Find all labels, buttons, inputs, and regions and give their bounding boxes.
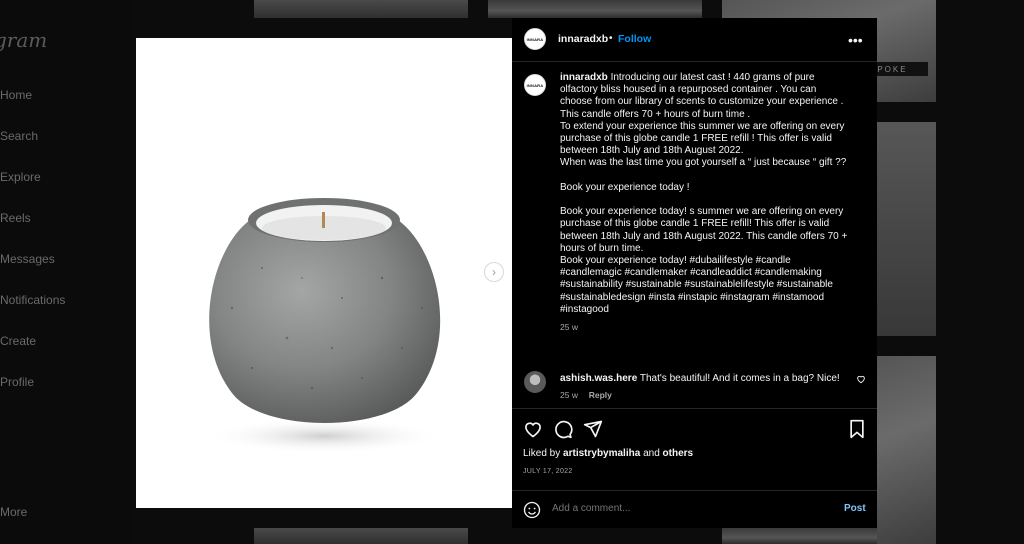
post-header: INNARA innaradxb • Follow ••• [512,18,877,62]
like-heart-icon[interactable] [523,419,543,439]
sidebar-item-messages[interactable]: Messages [0,252,55,266]
grid-tile[interactable] [722,528,877,544]
more-horizontal-icon[interactable]: ••• [848,32,863,48]
caption-line: Book your experience today! #dubailifest… [560,255,791,267]
chevron-right-icon: › [492,265,496,279]
candle-photo [204,198,444,454]
liked-by-username[interactable]: artistrybymaliha [563,448,640,459]
add-comment-row: Post [512,490,877,528]
caption-line: between 18th July and 18th August 2022. … [560,230,848,242]
likes-summary: Liked by artistrybymaliha and others [523,448,693,459]
post-image[interactable] [136,38,512,508]
post-date: JULY 17, 2022 [523,468,573,475]
username[interactable]: innaradxb [558,33,608,45]
caption-line: To extend your experience this summer we… [560,120,845,132]
caption-line: Introducing our latest cast ! 440 grams … [610,72,815,83]
caption-line: #sustainability #sustainable #sustainabl… [560,279,833,291]
grid-tile[interactable] [877,122,936,336]
emoji-icon[interactable] [523,501,541,519]
follow-button[interactable]: Follow [618,33,651,45]
caption-line: This candle offers 70 + hours of burn ti… [560,108,751,120]
grid-tile[interactable] [254,528,468,544]
caption-line: olfactory bliss housed in a repurposed c… [560,84,817,96]
comment-text: That's beautiful! And it comes in a bag?… [639,373,840,384]
caption-line: purchase of this globe candle 1 FREE ref… [560,218,830,230]
separator-dot: • [609,33,613,44]
comment-timestamp: 25 w [560,390,578,400]
post-detail-panel: INNARA innaradxb • Follow ••• INNARA inn… [512,18,877,528]
caption-line: #sustainabledesign #insta #instapic #ins… [560,291,825,303]
grid-tile[interactable] [254,0,468,18]
sidebar-item-explore[interactable]: Explore [0,170,41,184]
instagram-page: gram Home Search Explore Reels Messages … [0,0,1024,544]
caption-line: #candlemagic #candlemaker #candleaddict … [560,267,822,279]
sidebar-item-search[interactable]: Search [0,129,38,143]
sidebar-item-notifications[interactable]: Notifications [0,293,65,307]
next-image-button[interactable]: › [484,262,504,282]
bookmark-icon[interactable] [848,419,866,439]
caption-line: purchase of this globe candle 1 FREE ref… [560,133,832,145]
caption-line: choose from our library of scents to cus… [560,96,844,108]
caption-line: When was the last time you got yourself … [560,157,847,169]
sidebar-item-create[interactable]: Create [0,334,36,348]
reply-button[interactable]: Reply [589,390,612,400]
likes-and: and [643,448,660,459]
caption-line: #instagood [560,303,609,315]
avatar[interactable]: INNARA [524,28,546,50]
commenter-avatar[interactable] [524,371,546,393]
caption-line: hours of burn time. [560,242,644,254]
likes-prefix: Liked by [523,448,561,459]
heart-outline-icon[interactable] [856,374,866,384]
grid-tile[interactable] [877,356,936,544]
caption-timestamp: 25 w [560,322,578,333]
comment-bubble-icon[interactable] [553,419,573,439]
post-caption: innaradxb Introducing our latest cast ! … [560,72,865,333]
share-paper-plane-icon[interactable] [583,419,603,439]
caption-line: Book your experience today ! [560,181,690,193]
add-comment-input[interactable] [552,503,812,514]
post-comment-button[interactable]: Post [844,503,866,514]
caption-username[interactable]: innaradxb [560,72,608,83]
grid-tile[interactable] [488,0,702,18]
sidebar-item-profile[interactable]: Profile [0,375,34,389]
caption-line: between 18th July and 18th August 2022. [560,145,744,157]
sidebar-item-more[interactable]: More [0,505,27,519]
caption-line: Book your experience today! s summer we … [560,206,844,218]
comment: ashish.was.here That's beautiful! And it… [560,373,850,401]
sidebar-item-reels[interactable]: Reels [0,211,31,225]
comment-username[interactable]: ashish.was.here [560,373,637,384]
instagram-logo[interactable]: gram [0,28,47,52]
likes-others-link[interactable]: others [663,448,694,459]
sidebar: gram Home Search Explore Reels Messages … [0,0,130,544]
caption-avatar[interactable]: INNARA [524,74,546,96]
sidebar-item-home[interactable]: Home [0,88,32,102]
